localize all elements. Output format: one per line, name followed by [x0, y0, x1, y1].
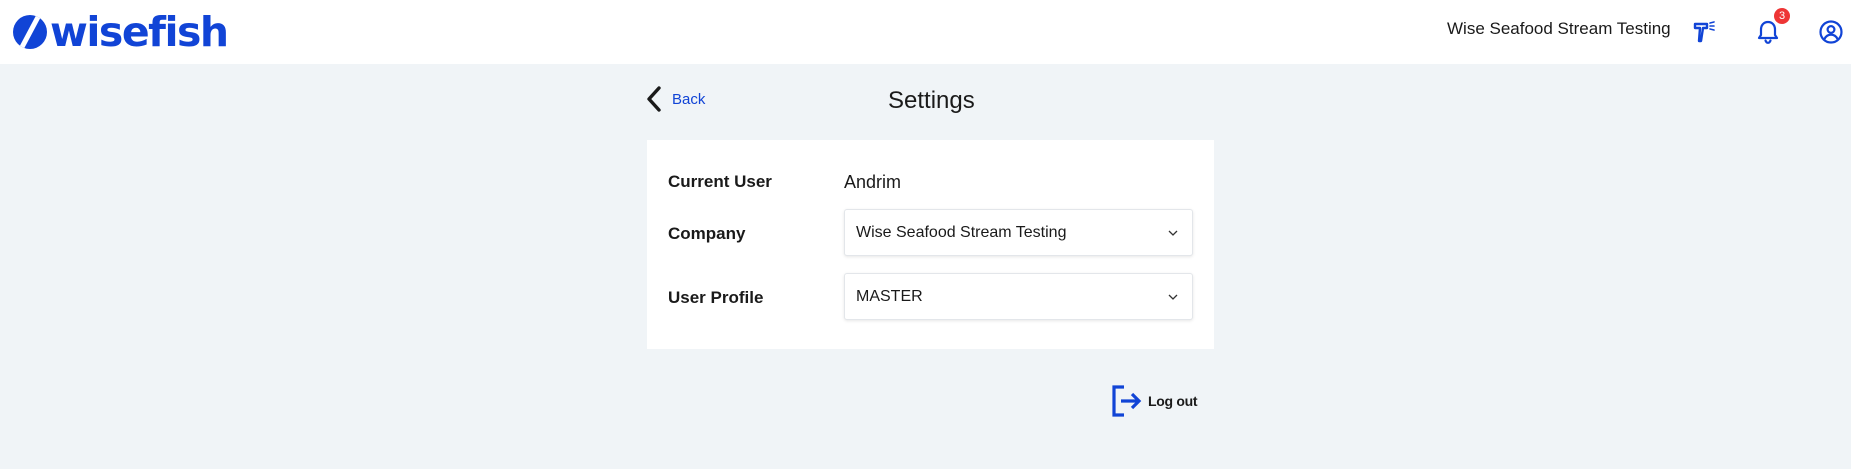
user-profile-select-value: MASTER	[856, 287, 923, 305]
logout-label: Log out	[1148, 393, 1198, 409]
back-label: Back	[672, 90, 706, 108]
user-account-icon[interactable]	[1813, 14, 1849, 50]
page-title: Settings	[888, 87, 975, 114]
user-profile-label: User Profile	[668, 288, 764, 307]
company-label: Company	[668, 224, 746, 243]
top-bar: wisefish Wise Seafood Stream Testing 3	[0, 0, 1851, 64]
logout-button[interactable]: Log out	[1111, 384, 1198, 418]
wisefish-logo-icon	[13, 15, 47, 49]
company-select[interactable]: Wise Seafood Stream Testing	[844, 209, 1193, 256]
chevron-left-icon	[647, 86, 661, 112]
back-button[interactable]: Back	[645, 85, 705, 113]
settings-card: Current User Andrim Company Wise Seafood…	[647, 140, 1214, 349]
company-select-value: Wise Seafood Stream Testing	[856, 223, 1067, 241]
chevron-down-icon	[1168, 294, 1178, 300]
user-profile-select[interactable]: MASTER	[844, 273, 1193, 320]
header-company-name: Wise Seafood Stream Testing	[1447, 19, 1671, 38]
brush-icon[interactable]	[1686, 14, 1722, 50]
wisefish-logo[interactable]: wisefish	[13, 8, 229, 56]
current-user-value: Andrim	[844, 172, 902, 192]
logo-text: wisefish	[50, 8, 229, 56]
chevron-down-icon	[1168, 230, 1178, 236]
logout-icon	[1112, 385, 1142, 417]
current-user-label: Current User	[668, 172, 772, 191]
notification-badge: 3	[1774, 8, 1790, 24]
